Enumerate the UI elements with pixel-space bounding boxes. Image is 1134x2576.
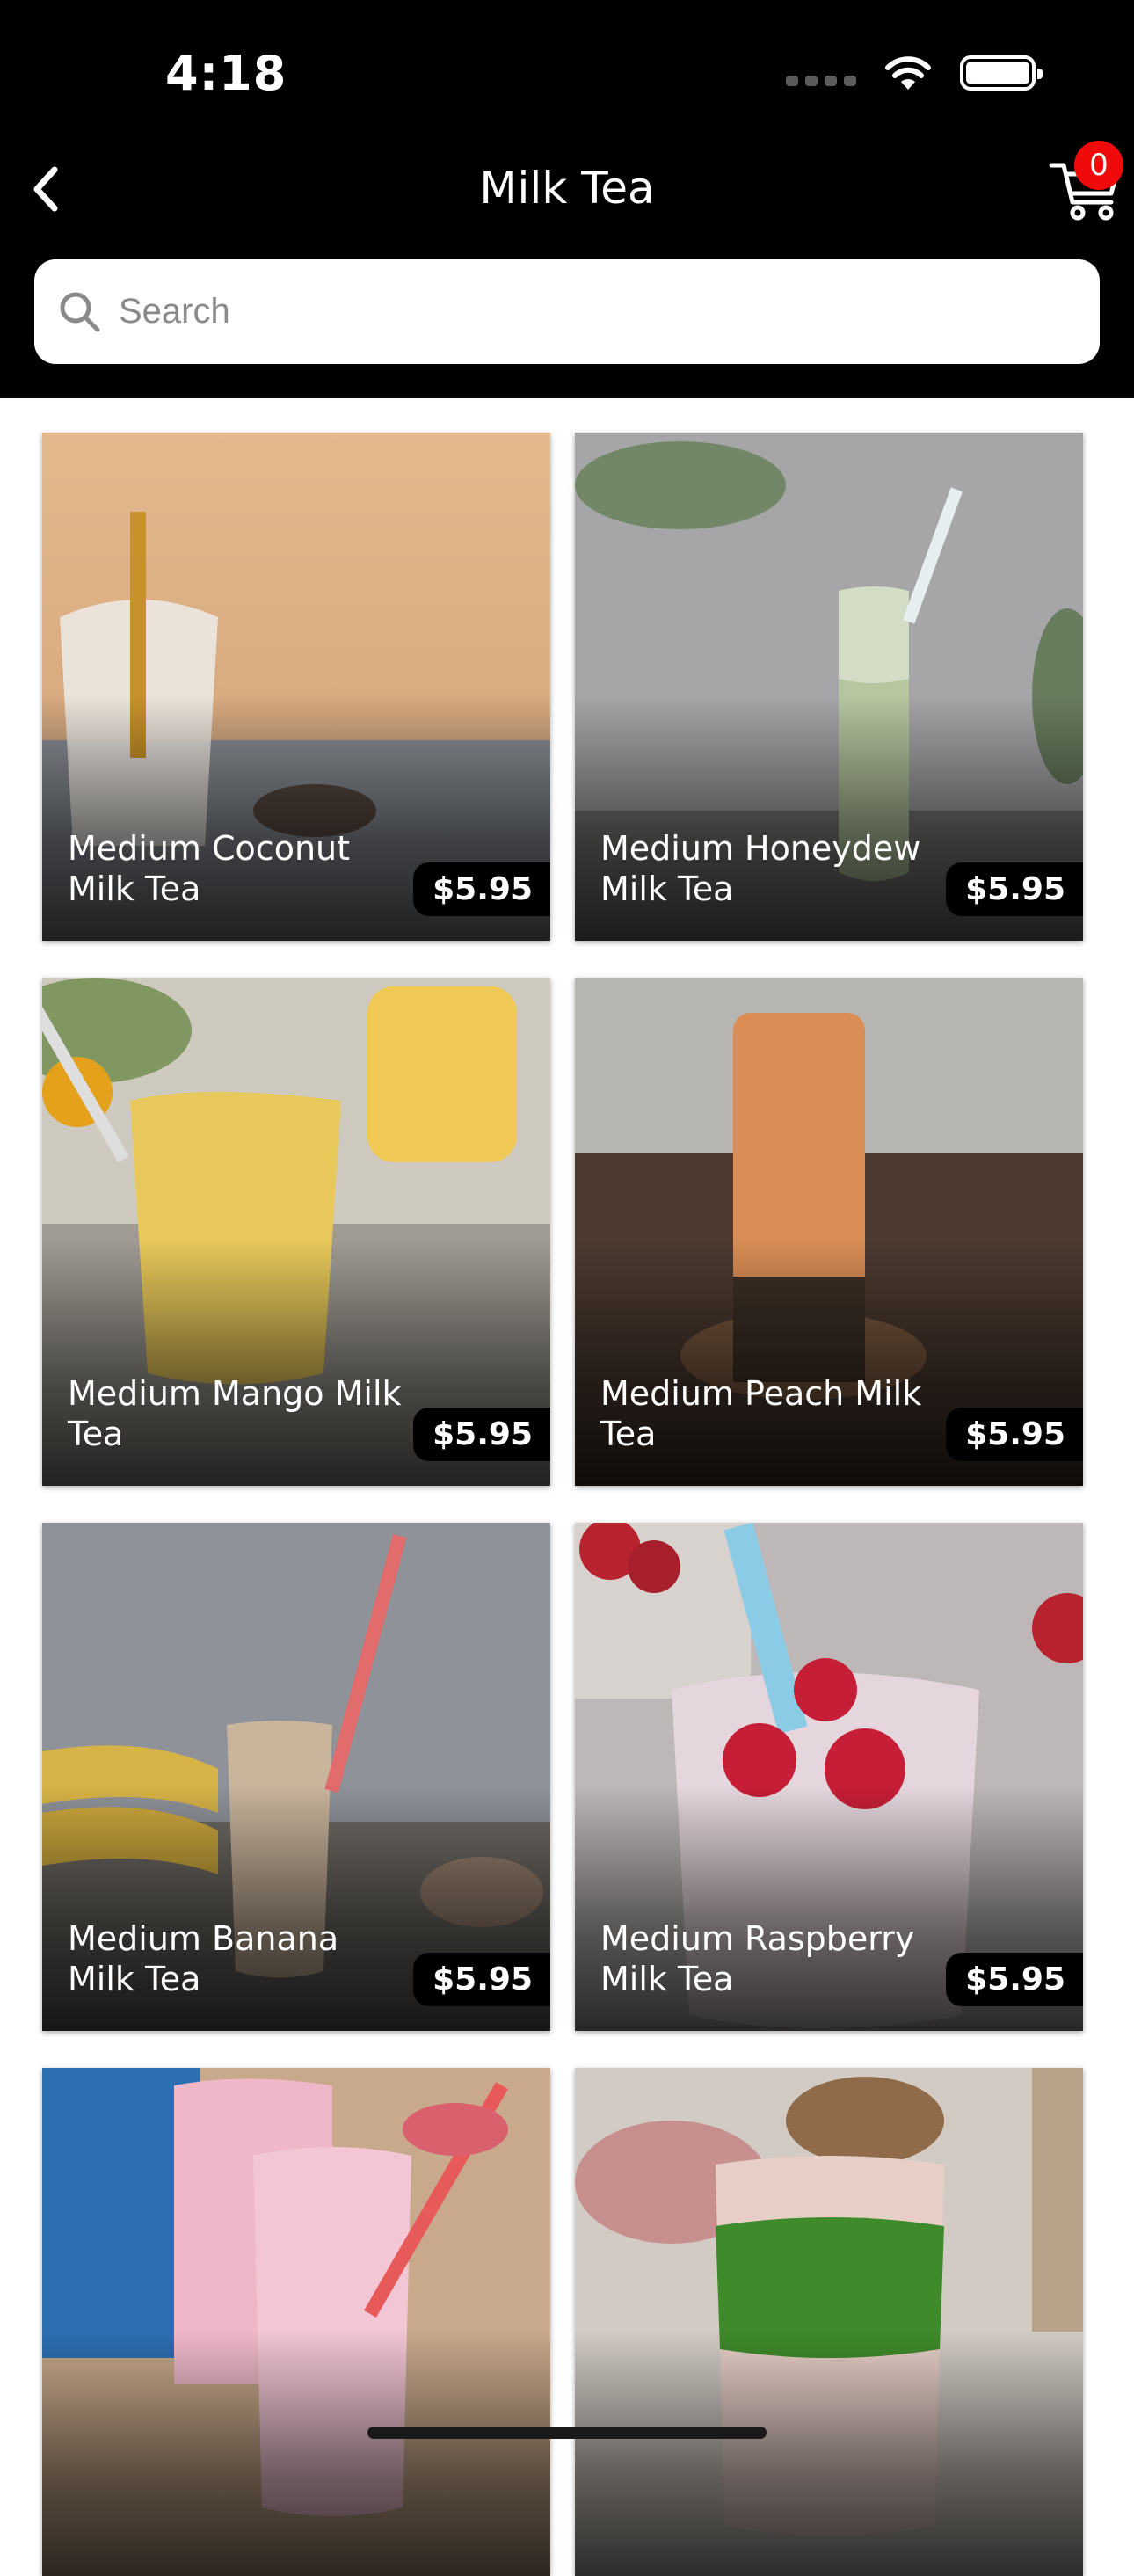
product-name: Medium Coconut Milk Tea [68,829,351,908]
product-price: $5.95 [946,862,1083,916]
product-card[interactable] [42,2068,550,2576]
product-name: Medium Peach Milk Tea [600,1374,922,1453]
product-price: $5.95 [946,1408,1083,1461]
product-name: Medium Mango Milk Tea [68,1374,402,1453]
search-bar[interactable] [34,259,1100,364]
wifi-icon [885,56,931,90]
product-name: Medium Honeydew Milk Tea [600,829,921,908]
product-card-coconut-milk-tea[interactable]: Medium Coconut Milk Tea $5.95 [42,433,550,941]
status-icons [786,55,1043,91]
product-name: Medium Raspberry Milk Tea [600,1919,915,1998]
battery-icon [960,55,1043,91]
product-price: $5.95 [413,1408,550,1461]
product-name: Medium Banana Milk Tea [68,1919,339,1998]
image-overlay [42,2330,550,2576]
home-indicator[interactable] [367,2427,767,2439]
product-card-banana-milk-tea[interactable]: Medium Banana Milk Tea $5.95 [42,1523,550,2031]
product-card-mango-milk-tea[interactable]: Medium Mango Milk Tea $5.95 [42,978,550,1486]
cellular-signal-icon [786,76,856,86]
search-icon [60,292,100,331]
product-price: $5.95 [413,1953,550,2006]
page-title: Milk Tea [479,163,655,214]
product-card-raspberry-milk-tea[interactable]: Medium Raspberry Milk Tea $5.95 [575,1523,1083,2031]
image-overlay [575,2330,1083,2576]
product-card-peach-milk-tea[interactable]: Medium Peach Milk Tea $5.95 [575,978,1083,1486]
cart-count-badge: 0 [1074,141,1123,190]
product-grid: Medium Coconut Milk Tea $5.95 Medium Hon… [42,433,1085,2576]
status-time: 4:18 [165,46,287,101]
product-card[interactable] [575,2068,1083,2576]
product-card-honeydew-milk-tea[interactable]: Medium Honeydew Milk Tea $5.95 [575,433,1083,941]
product-price: $5.95 [946,1953,1083,2006]
search-input[interactable] [117,291,1043,332]
product-price: $5.95 [413,862,550,916]
top-header: 4:18 Milk Tea 0 [0,0,1134,398]
